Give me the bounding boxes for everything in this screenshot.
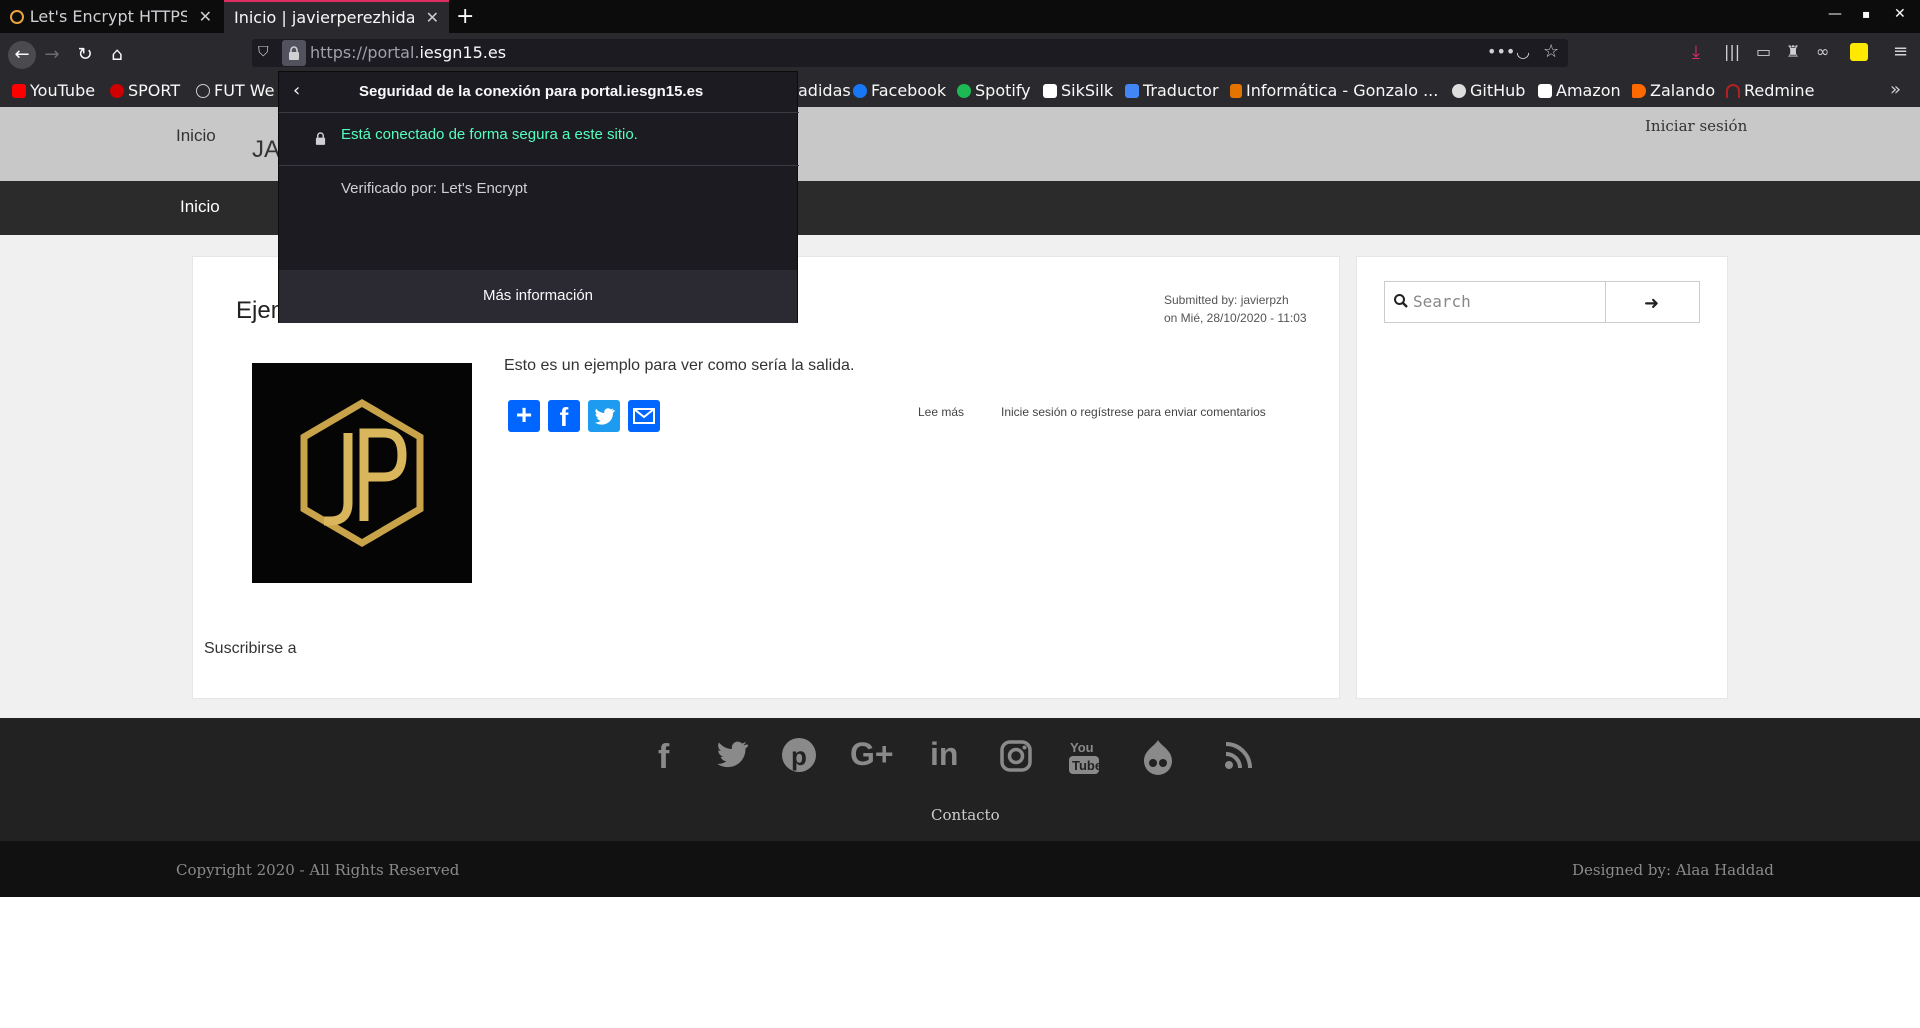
connection-security-panel: ‹ Seguridad de la conexión para portal.i…: [278, 71, 799, 323]
read-more-link[interactable]: Lee más: [918, 405, 964, 419]
private-mask-icon[interactable]: ∞: [1816, 42, 1829, 61]
maximize-icon[interactable]: ▪: [1862, 7, 1870, 21]
bookmark-informatica[interactable]: Informática - Gonzalo ...: [1230, 81, 1438, 100]
login-to-comment-link[interactable]: Inicie sesión o regístrese para enviar c…: [1001, 405, 1266, 419]
sport-icon: [110, 83, 124, 98]
github-icon: [1452, 83, 1466, 98]
downloads-icon[interactable]: ⤓: [1692, 42, 1700, 63]
url-text[interactable]: https://portal.iesgn15.es: [310, 43, 506, 62]
letsencrypt-favicon-icon: [10, 9, 24, 24]
amazon-icon: [1538, 83, 1552, 98]
lock-button[interactable]: [282, 40, 306, 66]
close-tab-icon[interactable]: ✕: [199, 7, 212, 26]
tab-inicio[interactable]: Inicio | javierperezhidalgo ✕: [224, 0, 449, 33]
extension-icon[interactable]: ♜: [1786, 42, 1800, 61]
article-date: on Mié, 28/10/2020 - 11:03: [1164, 311, 1307, 325]
translate-icon: [1125, 83, 1139, 98]
back-chevron-icon[interactable]: ‹: [293, 80, 300, 101]
back-button-icon[interactable]: ←: [8, 41, 36, 69]
arrow-right-icon: ➜: [1644, 293, 1660, 314]
youtube-icon: [12, 83, 26, 98]
bookmark-zalando[interactable]: Zalando: [1632, 81, 1715, 100]
twitter-share-icon[interactable]: [588, 400, 620, 432]
google-plus-icon[interactable]: G+: [850, 736, 894, 773]
pinterest-icon[interactable]: p: [782, 738, 816, 772]
more-info-label: Más información: [482, 287, 594, 304]
menu-hamburger-icon[interactable]: ≡: [1893, 41, 1908, 62]
article-image: [252, 363, 472, 583]
bookmark-facebook[interactable]: Facebook: [853, 81, 946, 100]
search-input[interactable]: Search: [1384, 281, 1606, 323]
twitter-icon[interactable]: [714, 740, 749, 779]
bookmark-adidas[interactable]: adidas: [798, 81, 851, 100]
more-info-button[interactable]: Más información: [279, 270, 797, 323]
library-icon[interactable]: |||: [1724, 42, 1740, 61]
zalando-icon: [1632, 83, 1646, 98]
globe-icon: [196, 83, 210, 98]
jp-logo-icon: [300, 398, 424, 548]
facebook-icon[interactable]: f: [658, 738, 669, 777]
close-tab-icon[interactable]: ✕: [426, 8, 439, 27]
secure-lock-icon: [315, 130, 326, 149]
svg-text:You: You: [1070, 740, 1094, 755]
contact-link[interactable]: Contacto: [931, 806, 1000, 824]
share-plus-icon[interactable]: +: [508, 400, 540, 432]
drupal-icon[interactable]: [1141, 738, 1175, 785]
bookmark-spotify[interactable]: Spotify: [957, 81, 1031, 100]
email-share-icon[interactable]: [628, 400, 660, 432]
lock-icon: [288, 45, 300, 60]
svg-text:Tube: Tube: [1072, 758, 1100, 773]
article-body: Esto es un ejemplo para ver como sería l…: [504, 357, 855, 374]
extension-yellow-icon[interactable]: [1850, 43, 1868, 61]
search-submit-button[interactable]: ➜: [1605, 281, 1700, 323]
reload-icon[interactable]: ↻: [73, 43, 97, 67]
bookmark-amazon[interactable]: Amazon: [1538, 81, 1621, 100]
site-brand[interactable]: JA: [252, 136, 280, 164]
instagram-icon[interactable]: [1000, 740, 1032, 781]
designed-by-text: Designed by: Alaa Haddad: [1572, 861, 1774, 879]
facebook-favicon-icon: [853, 83, 867, 98]
bookmark-futwe[interactable]: FUT We: [196, 81, 275, 100]
new-tab-icon[interactable]: +: [456, 4, 474, 29]
tab-bar: Let's Encrypt HTTPS | ✕ Inicio | javierp…: [0, 0, 1920, 33]
minimize-icon[interactable]: —: [1828, 6, 1842, 22]
close-window-icon[interactable]: ✕: [1894, 6, 1906, 22]
verified-by-text: Verificado por: Let's Encrypt: [341, 180, 528, 197]
bookmark-siksilk[interactable]: SikSilk: [1043, 81, 1113, 100]
informatica-icon: [1230, 83, 1242, 98]
home-icon[interactable]: ⌂: [105, 43, 129, 67]
separator: [279, 112, 799, 113]
redmine-icon: [1726, 83, 1740, 98]
menu-item-inicio[interactable]: Inicio: [180, 197, 220, 217]
forward-button-icon[interactable]: →: [40, 43, 64, 67]
bookmark-sport[interactable]: SPORT: [110, 81, 180, 100]
submitted-by: Submitted by: javierpzh: [1164, 293, 1289, 307]
copyright-text: Copyright 2020 - All Rights Reserved: [176, 861, 460, 879]
header-inicio-link[interactable]: Inicio: [176, 126, 216, 146]
rss-icon[interactable]: [1224, 740, 1254, 779]
subscribe-label: Suscribirse a: [204, 640, 297, 657]
linkedin-icon[interactable]: in: [930, 736, 958, 773]
bookmarks-overflow-icon[interactable]: »: [1890, 79, 1901, 100]
search-icon: [1393, 293, 1409, 313]
tracking-shield-icon[interactable]: ⛉: [258, 44, 269, 60]
pocket-icon[interactable]: ◡: [1516, 42, 1530, 61]
facebook-share-icon[interactable]: f: [548, 400, 580, 432]
bookmark-star-icon[interactable]: ☆: [1543, 41, 1559, 62]
login-link[interactable]: Iniciar sesión: [1645, 117, 1747, 135]
siksilk-icon: [1043, 83, 1057, 98]
page-actions-icon[interactable]: •••: [1487, 42, 1515, 61]
youtube-icon[interactable]: You Tube: [1068, 738, 1102, 785]
panel-title: Seguridad de la conexión para portal.ies…: [359, 83, 704, 100]
spotify-icon: [957, 83, 971, 98]
search-placeholder: Search: [1413, 292, 1471, 311]
sidebar-icon[interactable]: ▭: [1756, 42, 1771, 61]
bookmark-github[interactable]: GitHub: [1452, 81, 1525, 100]
separator: [279, 165, 799, 166]
bookmark-redmine[interactable]: Redmine: [1726, 81, 1814, 100]
bookmark-traductor[interactable]: Traductor: [1125, 81, 1219, 100]
bookmark-youtube[interactable]: YouTube: [12, 81, 95, 100]
tab-letsencrypt[interactable]: Let's Encrypt HTTPS | ✕: [0, 0, 222, 33]
secure-connection-text: Está conectado de forma segura a este si…: [341, 126, 638, 143]
